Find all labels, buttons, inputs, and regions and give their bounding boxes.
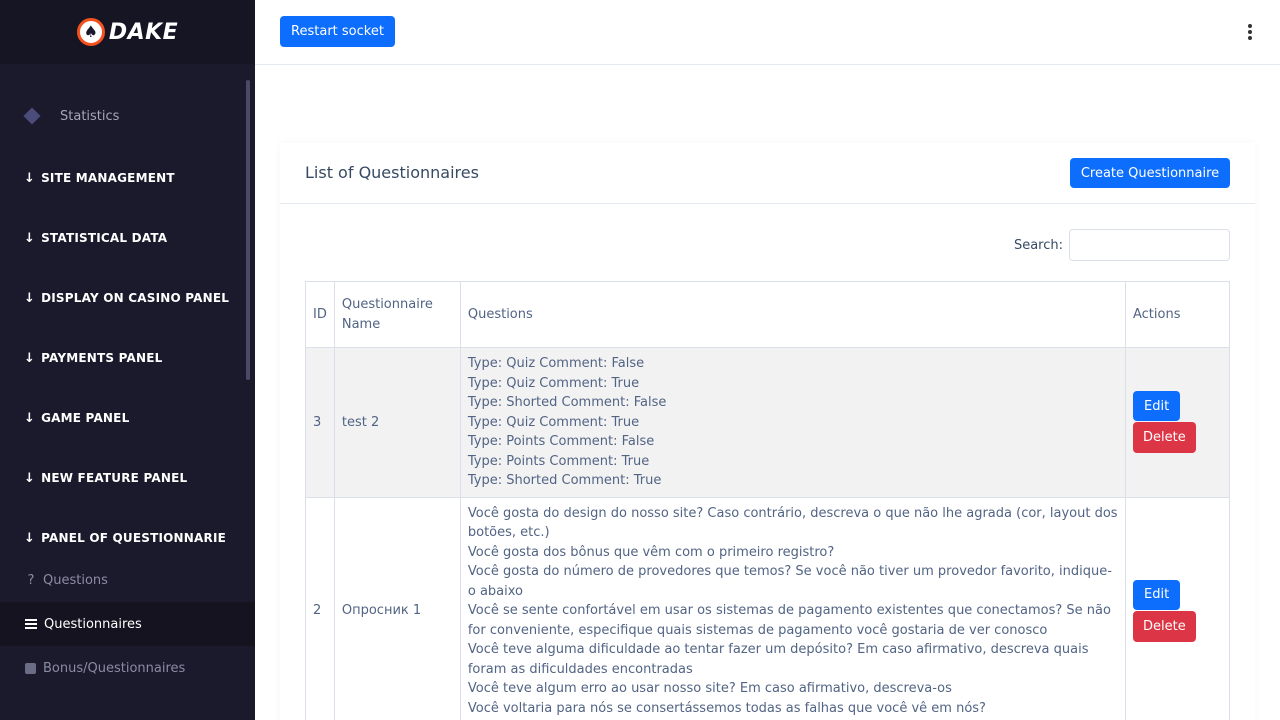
question-mark-icon: ? bbox=[27, 572, 35, 588]
topbar: Restart socket bbox=[255, 0, 1280, 65]
cell-actions: Edit Delete bbox=[1125, 347, 1230, 498]
sidebar-section-label: SITE MANAGEMENT bbox=[41, 171, 175, 185]
delete-button[interactable]: Delete bbox=[1133, 610, 1196, 642]
restart-socket-button[interactable]: Restart socket bbox=[280, 16, 395, 47]
sidebar-section-payments[interactable]: ↓ PAYMENTS PANEL bbox=[0, 348, 255, 368]
edit-button[interactable]: Edit bbox=[1133, 579, 1181, 610]
cell-id: 2 bbox=[305, 496, 335, 720]
table-row: 2 Опросник 1 Você gosta do design do nos… bbox=[305, 496, 1230, 720]
arrow-down-icon: ↓ bbox=[24, 350, 36, 366]
cell-actions: Edit Delete bbox=[1125, 496, 1230, 720]
question-line: Você gosta do design do nosso site? Caso… bbox=[467, 505, 1118, 541]
table-header-row: ID Questionnaire Name Questions Actions bbox=[305, 281, 1230, 348]
cell-name: test 2 bbox=[333, 347, 461, 498]
sidebar-item-questionnaires[interactable]: Questionnaires bbox=[0, 602, 255, 646]
sidebar-item-bonus-questionnaires[interactable]: Bonus/Questionnaires bbox=[0, 654, 255, 682]
sidebar-section-label: NEW FEATURE PANEL bbox=[41, 471, 188, 485]
sidebar-section-display-casino[interactable]: ↓ DISPLAY ON CASINO PANEL bbox=[0, 288, 255, 308]
question-line: Você gosta dos bônus que vêm com o prime… bbox=[467, 544, 835, 560]
list-icon bbox=[25, 619, 37, 629]
questionnaires-card: List of Questionnaires Create Questionna… bbox=[280, 143, 1255, 720]
question-line: Você se sente confortável em usar os sis… bbox=[467, 603, 1111, 638]
chart-icon bbox=[25, 662, 36, 674]
table-row: 3 test 2 Type: Quiz Comment: False Type:… bbox=[305, 347, 1230, 498]
arrow-down-icon: ↓ bbox=[24, 230, 36, 246]
question-line: Type: Points Comment: True bbox=[467, 453, 650, 469]
question-line: Você gosta do número de provedores que t… bbox=[467, 564, 1112, 599]
sidebar-item-label: Bonus/Questionnaires bbox=[43, 660, 186, 676]
column-header-questions[interactable]: Questions bbox=[459, 281, 1127, 348]
question-line: Você teve alguma dificuldade ao tentar f… bbox=[467, 642, 1089, 677]
sidebar-section-statistical-data[interactable]: ↓ STATISTICAL DATA bbox=[0, 228, 255, 248]
question-line: Você teve algum erro ao usar nosso site?… bbox=[467, 681, 952, 696]
create-questionnaire-button[interactable]: Create Questionnaire bbox=[1070, 158, 1230, 188]
spade-logo-icon: ♠ bbox=[76, 18, 105, 46]
arrow-down-icon: ↓ bbox=[24, 410, 36, 426]
sidebar-section-new-feature[interactable]: ↓ NEW FEATURE PANEL bbox=[0, 468, 255, 488]
cell-questions: Você gosta do design do nosso site? Caso… bbox=[459, 496, 1127, 720]
question-line: Type: Quiz Comment: False bbox=[467, 356, 645, 371]
question-line: Type: Quiz Comment: True bbox=[467, 414, 640, 430]
question-line: Type: Quiz Comment: True bbox=[467, 375, 640, 391]
column-header-actions[interactable]: Actions bbox=[1125, 281, 1230, 348]
card-header: List of Questionnaires Create Questionna… bbox=[280, 143, 1255, 204]
more-options-icon[interactable] bbox=[1245, 24, 1255, 40]
search-input[interactable] bbox=[1069, 229, 1230, 261]
delete-button[interactable]: Delete bbox=[1133, 422, 1196, 454]
search-box: Search: bbox=[1014, 229, 1230, 261]
arrow-down-icon: ↓ bbox=[24, 290, 36, 306]
sidebar-item-label: Questionnaires bbox=[44, 616, 142, 632]
question-line: Você voltaria para nós se consertássemos… bbox=[467, 700, 986, 716]
arrow-down-icon: ↓ bbox=[24, 170, 36, 186]
questionnaires-table: ID Questionnaire Name Questions Actions … bbox=[305, 281, 1230, 720]
sidebar-item-label: Questions bbox=[43, 572, 108, 588]
arrow-down-icon: ↓ bbox=[24, 530, 36, 546]
edit-button[interactable]: Edit bbox=[1133, 391, 1181, 422]
sidebar-item-questions[interactable]: ? Questions bbox=[0, 566, 255, 594]
sidebar-section-label: GAME PANEL bbox=[41, 411, 130, 425]
sidebar-section-label: PAYMENTS PANEL bbox=[41, 351, 163, 365]
page-title: List of Questionnaires bbox=[305, 163, 479, 182]
sidebar-section-label: STATISTICAL DATA bbox=[41, 231, 168, 245]
sidebar-section-questionnarie[interactable]: ↓ PANEL OF QUESTIONNARIE bbox=[0, 528, 255, 548]
question-line: Type: Shorted Comment: False bbox=[467, 395, 667, 410]
cell-questions: Type: Quiz Comment: False Type: Quiz Com… bbox=[459, 347, 1127, 498]
search-label: Search: bbox=[1013, 237, 1063, 253]
diamond-icon bbox=[23, 107, 41, 125]
cell-id: 3 bbox=[305, 347, 335, 498]
question-line: Type: Shorted Comment: True bbox=[467, 473, 662, 488]
logo-text: DAKE bbox=[108, 19, 179, 45]
cell-name: Опросник 1 bbox=[333, 496, 461, 720]
logo[interactable]: ♠ DAKE bbox=[0, 0, 255, 64]
arrow-down-icon: ↓ bbox=[24, 470, 36, 486]
sidebar-section-site-management[interactable]: ↓ SITE MANAGEMENT bbox=[0, 168, 255, 188]
sidebar-item-statistics[interactable]: Statistics bbox=[0, 97, 255, 135]
column-header-name[interactable]: Questionnaire Name bbox=[333, 281, 461, 348]
sidebar-section-game-panel[interactable]: ↓ GAME PANEL bbox=[0, 408, 255, 428]
sidebar-item-label: Statistics bbox=[60, 108, 120, 124]
question-line: Type: Points Comment: False bbox=[467, 434, 655, 449]
sidebar-section-label: PANEL OF QUESTIONNARIE bbox=[41, 531, 227, 545]
sidebar: ♠ DAKE Statistics ↓ SITE MANAGEMENT ↓ ST… bbox=[0, 0, 255, 720]
column-header-id[interactable]: ID bbox=[305, 281, 335, 348]
sidebar-section-label: DISPLAY ON CASINO PANEL bbox=[41, 291, 230, 305]
